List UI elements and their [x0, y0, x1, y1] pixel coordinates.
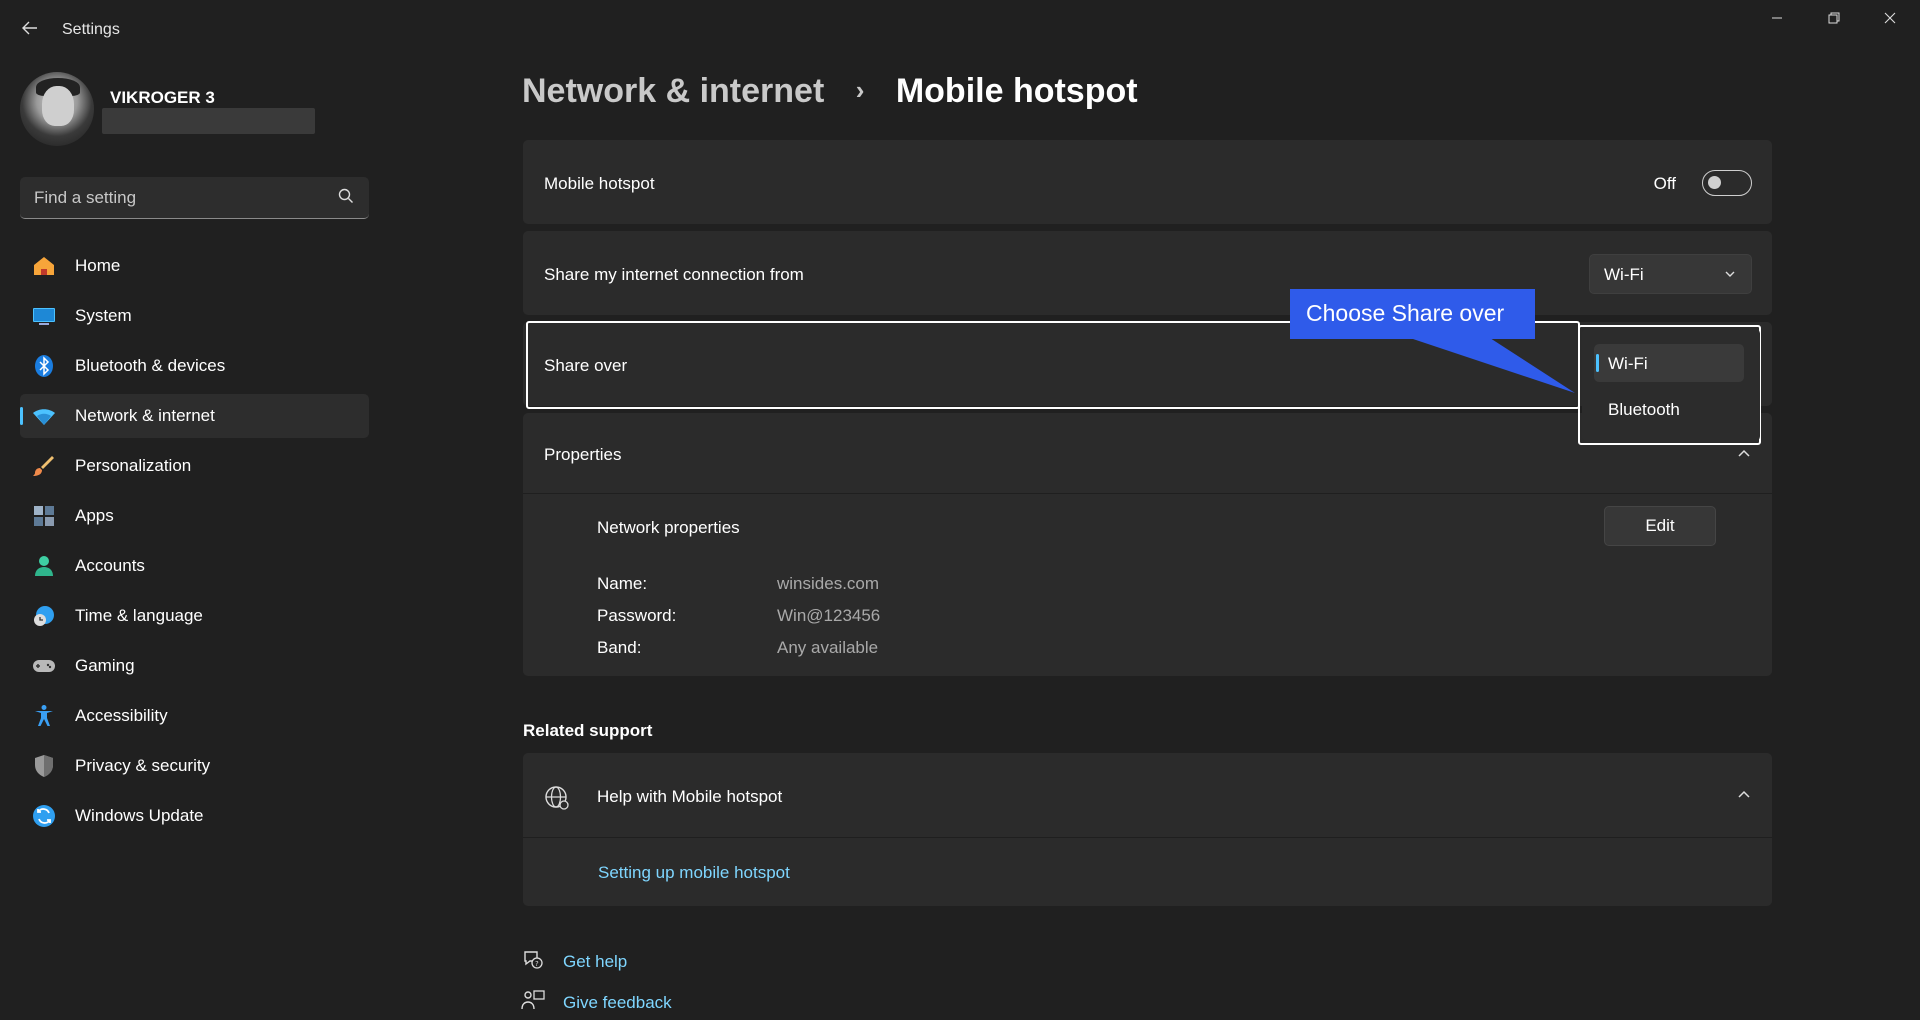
gamepad-icon: [32, 654, 56, 678]
get-help-link[interactable]: Get help: [563, 952, 627, 972]
brush-icon: [32, 454, 56, 478]
divider: [523, 493, 1772, 494]
hotspot-state-text: Off: [1653, 174, 1676, 193]
breadcrumb: Network & internet › Mobile hotspot: [522, 72, 1138, 116]
mobile-hotspot-card: Mobile hotspot Off: [523, 140, 1772, 224]
divider: [523, 837, 1772, 838]
user-name: VIKROGER 3: [110, 88, 215, 107]
sidebar-item-label: Accounts: [75, 556, 145, 575]
page-title: Mobile hotspot: [895, 72, 1138, 110]
chevron-down-icon: [1723, 267, 1737, 281]
flyout-option-bluetooth[interactable]: Bluetooth: [1594, 390, 1744, 428]
update-icon: [32, 804, 56, 828]
system-icon: [32, 304, 56, 328]
search-box[interactable]: [20, 177, 369, 219]
help-card: Help with Mobile hotspot Setting up mobi…: [523, 753, 1772, 906]
sidebar-item-label: Personalization: [75, 456, 192, 475]
callout-text: Choose Share over: [1306, 300, 1505, 326]
breadcrumb-parent[interactable]: Network & internet: [522, 72, 824, 110]
share-from-dropdown[interactable]: Wi-Fi: [1589, 254, 1752, 294]
close-icon[interactable]: [1867, 8, 1913, 32]
properties-card: Properties: [523, 413, 1772, 676]
avatar: [20, 72, 94, 146]
feedback-icon: [521, 989, 545, 1013]
flyout-option-label: Bluetooth: [1608, 400, 1680, 419]
prop-password-value: Win@123456: [777, 606, 881, 625]
globe-clock-icon: [32, 604, 56, 628]
globe-icon: [544, 785, 570, 811]
bluetooth-icon: [32, 354, 56, 378]
restore-icon[interactable]: [1811, 8, 1857, 32]
sidebar-item-accounts[interactable]: Accounts: [20, 544, 369, 588]
redacted-email: [102, 108, 315, 134]
sidebar-item-time-language[interactable]: Time & language: [20, 594, 369, 638]
edit-button[interactable]: Edit: [1604, 506, 1716, 546]
chevron-up-icon[interactable]: [1736, 786, 1752, 802]
prop-name-value: winsides.com: [777, 574, 880, 593]
sidebar-item-system[interactable]: System: [20, 294, 369, 338]
back-arrow-icon[interactable]: [18, 18, 42, 42]
share-from-value: Wi-Fi: [1604, 265, 1644, 284]
flyout-option-wifi[interactable]: Wi-Fi: [1594, 344, 1744, 382]
search-icon[interactable]: [337, 187, 355, 205]
hotspot-toggle[interactable]: [1702, 170, 1752, 196]
share-from-card: Share my internet connection from Wi-Fi: [523, 231, 1772, 315]
sidebar-item-accessibility[interactable]: Accessibility: [20, 694, 369, 738]
share-over-flyout: Wi-Fi Bluetooth: [1582, 328, 1760, 442]
get-help-icon: ?: [521, 948, 545, 972]
sidebar-item-network[interactable]: Network & internet: [20, 394, 369, 438]
sidebar-item-label: Home: [75, 256, 121, 275]
search-input[interactable]: [34, 187, 324, 209]
breadcrumb-separator-icon: ›: [855, 75, 865, 105]
sidebar-item-label: Accessibility: [75, 706, 168, 725]
sidebar-item-home[interactable]: Home: [20, 244, 369, 288]
wifi-icon: [32, 404, 56, 428]
sidebar-item-label: Windows Update: [75, 806, 204, 825]
flyout-option-label: Wi-Fi: [1608, 354, 1648, 373]
shield-icon: [32, 754, 56, 778]
sidebar-item-gaming[interactable]: Gaming: [20, 644, 369, 688]
setting-up-hotspot-link[interactable]: Setting up mobile hotspot: [598, 863, 790, 883]
svg-text:?: ?: [535, 960, 539, 968]
help-label[interactable]: Help with Mobile hotspot: [597, 787, 782, 807]
sidebar-item-label: Network & internet: [75, 406, 215, 425]
prop-name-key: Name:: [597, 574, 648, 593]
sidebar-item-label: Privacy & security: [75, 756, 211, 775]
properties-label[interactable]: Properties: [544, 445, 621, 465]
sidebar-item-label: Time & language: [75, 606, 203, 625]
prop-band-value: Any available: [777, 638, 879, 657]
sidebar-nav: Home System Bluetooth & devices Network …: [20, 244, 369, 844]
sidebar-item-label: System: [75, 306, 132, 325]
accessibility-icon: [32, 704, 56, 728]
toggle-knob: [1708, 176, 1721, 189]
callout-pointer-icon: [1410, 338, 1575, 393]
user-profile[interactable]: VIKROGER 3: [20, 72, 360, 146]
sidebar-item-privacy[interactable]: Privacy & security: [20, 744, 369, 788]
sidebar-item-windows-update[interactable]: Windows Update: [20, 794, 369, 838]
mobile-hotspot-label: Mobile hotspot: [544, 174, 655, 193]
prop-band-key: Band:: [597, 638, 642, 657]
callout-annotation: Choose Share over: [1290, 289, 1535, 339]
give-feedback-link[interactable]: Give feedback: [563, 993, 672, 1013]
share-from-label: Share my internet connection from: [544, 265, 804, 284]
prop-password-key: Password:: [597, 606, 677, 625]
sidebar-item-label: Apps: [75, 506, 114, 525]
person-icon: [32, 554, 56, 578]
sidebar-item-personalization[interactable]: Personalization: [20, 444, 369, 488]
home-icon: [32, 254, 56, 278]
sidebar-item-apps[interactable]: Apps: [20, 494, 369, 538]
sidebar-item-label: Bluetooth & devices: [75, 356, 226, 375]
title-bar: Settings: [0, 0, 1920, 60]
chevron-up-icon[interactable]: [1736, 445, 1752, 461]
apps-icon: [32, 504, 56, 528]
sidebar-item-bluetooth[interactable]: Bluetooth & devices: [20, 344, 369, 388]
app-title: Settings: [62, 21, 120, 38]
minimize-icon[interactable]: [1754, 8, 1800, 32]
related-support-heading: Related support: [523, 721, 653, 740]
sidebar-item-label: Gaming: [75, 656, 135, 675]
network-properties-label: Network properties: [597, 518, 740, 537]
